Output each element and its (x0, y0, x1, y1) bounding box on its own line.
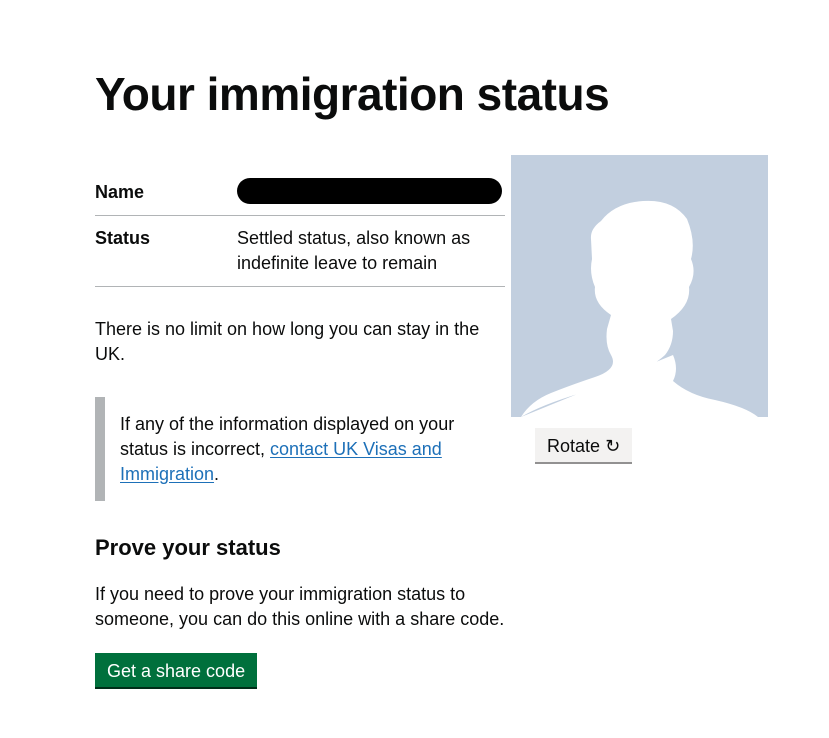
prove-status-heading: Prove your status (95, 535, 281, 560)
inset-text: If any of the information displayed on y… (95, 397, 465, 501)
get-share-code-button[interactable]: Get a share code (95, 653, 258, 689)
summary-row-name: Name (95, 168, 505, 216)
name-value (237, 168, 505, 215)
name-label: Name (95, 182, 145, 202)
summary-row-status: Status Settled status, also known as ind… (95, 216, 505, 287)
person-silhouette-icon (511, 200, 768, 425)
summary-list: Name Status Settled status, also known a… (95, 168, 505, 287)
inset-text-after: . (214, 464, 220, 484)
stay-limit-text: There is no limit on how long you can st… (95, 319, 480, 364)
rotate-clockwise-icon: ↻ (605, 436, 621, 456)
rotate-button[interactable]: Rotate ↻ (535, 428, 633, 464)
redacted-name-bar (237, 178, 502, 204)
rotate-label: Rotate (547, 436, 601, 456)
page-title: Your immigration status (95, 68, 610, 120)
profile-photo (511, 155, 768, 425)
prove-status-text: If you need to prove your immigration st… (95, 584, 505, 629)
status-label: Status (95, 228, 151, 248)
status-value: Settled status, also known as indefinite… (237, 228, 471, 273)
